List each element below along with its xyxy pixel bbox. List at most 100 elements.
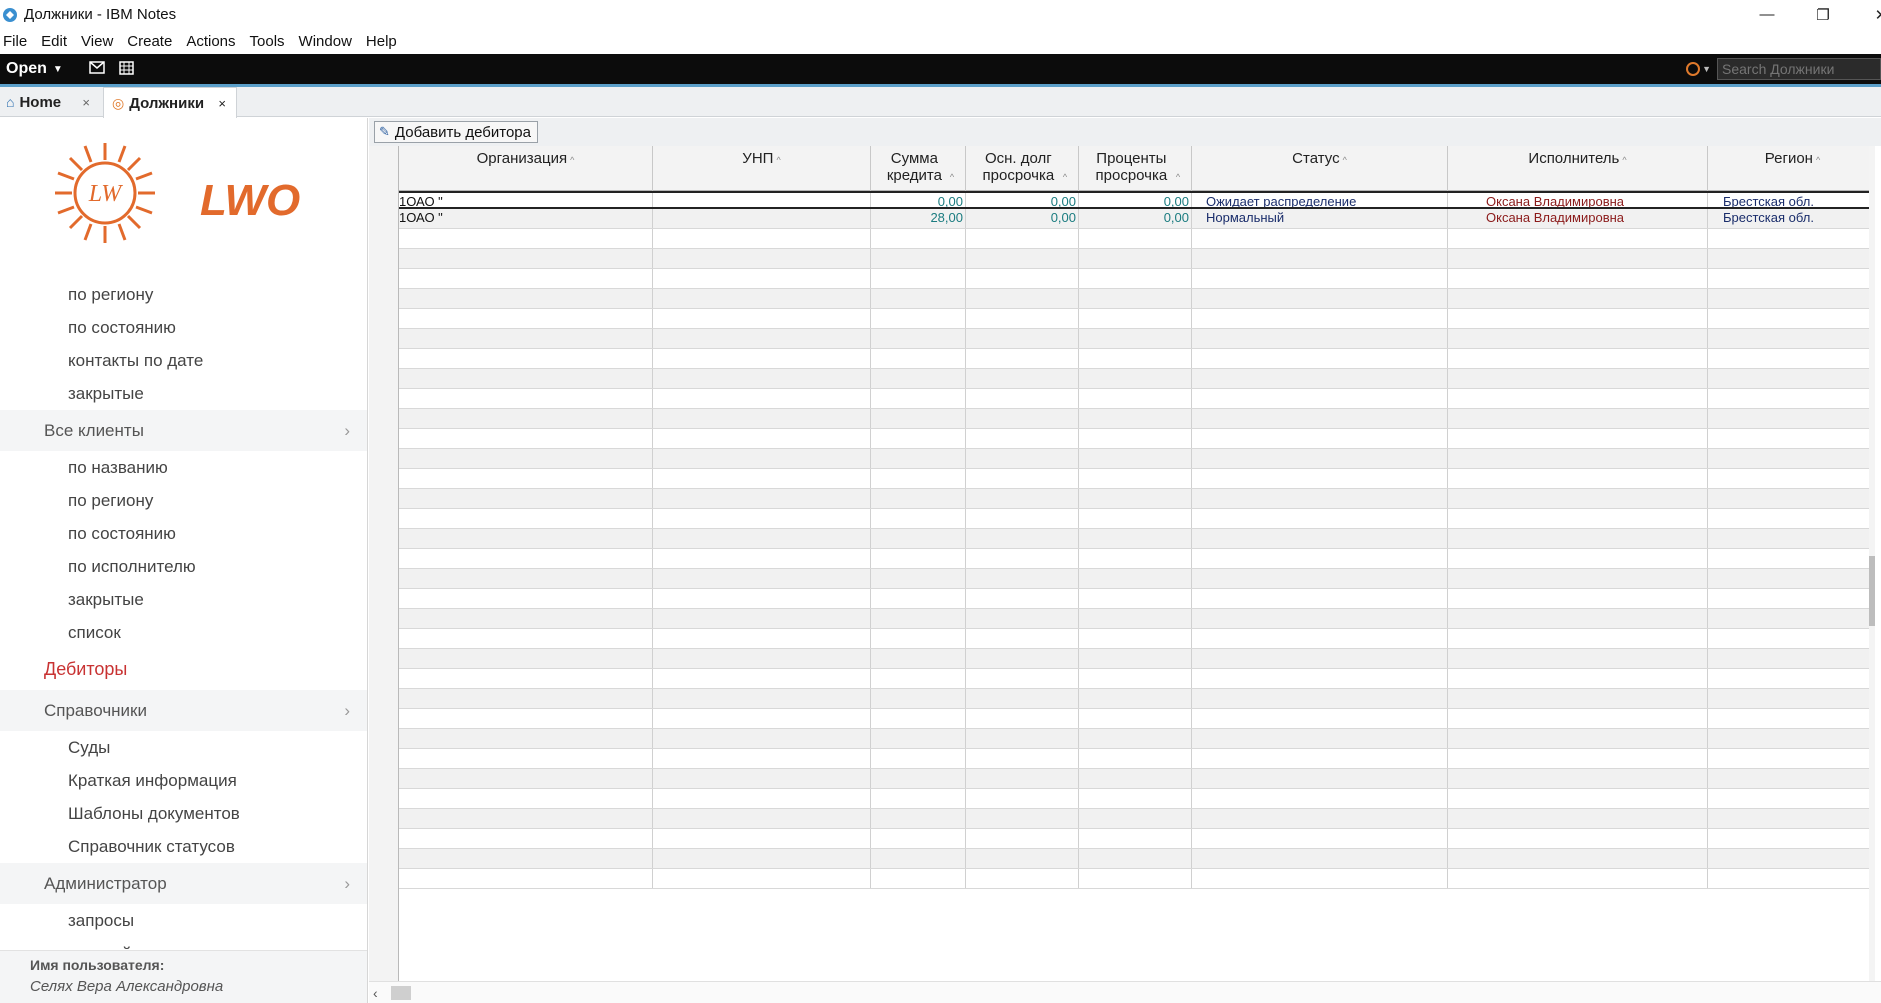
table-cell: [653, 669, 871, 688]
sort-arrow-icon[interactable]: ^: [570, 155, 574, 165]
sidebar-item-brief-info[interactable]: Краткая информация: [0, 764, 367, 797]
table-row[interactable]: [399, 249, 1875, 269]
table-row[interactable]: [399, 649, 1875, 669]
table-row[interactable]: [399, 689, 1875, 709]
table-row[interactable]: [399, 329, 1875, 349]
col-interest-overdue-header[interactable]: Проценты просрочка ^: [1079, 146, 1192, 191]
mail-icon[interactable]: [89, 60, 105, 78]
table-row[interactable]: [399, 549, 1875, 569]
sidebar-item-by-state[interactable]: по состоянию: [0, 311, 367, 344]
sidebar-item-status-reference[interactable]: Справочник статусов: [0, 830, 367, 863]
menu-create[interactable]: Create: [124, 33, 178, 50]
table-row[interactable]: 1ОАО " 28,00 0,00 0,00 Нормальный Оксана Влад…: [399, 209, 1875, 229]
table-row[interactable]: [399, 749, 1875, 769]
sidebar-group-all-clients[interactable]: Все клиенты ›: [0, 410, 367, 451]
sidebar-item-courts[interactable]: Суды: [0, 731, 367, 764]
table-row[interactable]: [399, 769, 1875, 789]
sort-arrow-icon[interactable]: ^: [776, 155, 780, 165]
table-row[interactable]: [399, 409, 1875, 429]
table-row[interactable]: [399, 429, 1875, 449]
sort-arrow-icon[interactable]: ^: [1622, 155, 1626, 165]
calendar-icon[interactable]: [119, 60, 134, 79]
table-row[interactable]: [399, 309, 1875, 329]
add-debtor-button[interactable]: ✎ Добавить дебитора: [374, 121, 538, 143]
sidebar-item-by-region[interactable]: по региону: [0, 278, 367, 311]
sort-arrow-icon[interactable]: ^: [950, 172, 954, 182]
tab-home[interactable]: ⌂ Home ×: [0, 87, 100, 117]
table-row[interactable]: [399, 849, 1875, 869]
table-row[interactable]: [399, 629, 1875, 649]
sidebar-group-admin[interactable]: Администратор ›: [0, 863, 367, 904]
table-row[interactable]: [399, 809, 1875, 829]
menu-file[interactable]: File: [0, 33, 33, 50]
sort-arrow-icon[interactable]: ^: [1343, 155, 1347, 165]
minimize-button[interactable]: —: [1744, 0, 1790, 29]
tab-label: Должники: [129, 94, 205, 112]
chevron-down-icon[interactable]: ▼: [1702, 64, 1711, 74]
sidebar-item-by-name[interactable]: по названию: [0, 451, 367, 484]
sidebar-item-by-executor[interactable]: по исполнителю: [0, 550, 367, 583]
table-row[interactable]: [399, 369, 1875, 389]
sort-arrow-icon[interactable]: ^: [1176, 172, 1180, 182]
col-credit-sum-header[interactable]: Сумма кредита ^: [871, 146, 966, 191]
table-row[interactable]: [399, 669, 1875, 689]
col-unp-header[interactable]: УНП ^: [653, 146, 871, 191]
sidebar-item-by-region[interactable]: по региону: [0, 484, 367, 517]
sidebar-item-debtors[interactable]: Дебиторы: [0, 649, 367, 690]
table-row[interactable]: [399, 389, 1875, 409]
horizontal-scrollbar[interactable]: ‹: [369, 981, 1881, 1003]
scroll-thumb[interactable]: [391, 986, 411, 1000]
menu-edit[interactable]: Edit: [38, 33, 73, 50]
search-input[interactable]: [1717, 58, 1881, 80]
table-row[interactable]: [399, 609, 1875, 629]
table-row[interactable]: [399, 829, 1875, 849]
table-row[interactable]: [399, 449, 1875, 469]
table-row[interactable]: [399, 789, 1875, 809]
table-row[interactable]: [399, 869, 1875, 889]
tab-debtors[interactable]: ◎ Должники ×: [103, 87, 237, 118]
chevron-left-icon[interactable]: ‹: [373, 985, 378, 1001]
sidebar-item-closed[interactable]: закрытые: [0, 377, 367, 410]
col-executor-header[interactable]: Исполнитель ^: [1448, 146, 1708, 191]
col-status-header[interactable]: Статус ^: [1192, 146, 1448, 191]
table-row[interactable]: [399, 709, 1875, 729]
table-row[interactable]: [399, 509, 1875, 529]
col-region-header[interactable]: Регион ^: [1708, 146, 1875, 191]
menu-view[interactable]: View: [78, 33, 119, 50]
close-icon[interactable]: ×: [218, 96, 226, 111]
table-row[interactable]: [399, 729, 1875, 749]
menu-window[interactable]: Window: [296, 33, 358, 50]
menu-tools[interactable]: Tools: [247, 33, 291, 50]
open-button[interactable]: Open ▼: [6, 60, 63, 78]
table-row[interactable]: [399, 569, 1875, 589]
table-row[interactable]: 1ОАО " 0,00 0,00 0,00 Ожидает распределение О…: [399, 191, 1875, 209]
sidebar-item-doc-templates[interactable]: Шаблоны документов: [0, 797, 367, 830]
table-row[interactable]: [399, 229, 1875, 249]
sidebar-item-contacts-by-date[interactable]: контакты по дате: [0, 344, 367, 377]
table-row[interactable]: [399, 489, 1875, 509]
sidebar-group-references[interactable]: Справочники ›: [0, 690, 367, 731]
search-scope-icon[interactable]: [1686, 62, 1701, 76]
table-row[interactable]: [399, 529, 1875, 549]
table-cell: [399, 869, 653, 888]
sort-arrow-icon[interactable]: ^: [1816, 155, 1820, 165]
col-principal-overdue-header[interactable]: Осн. долг просрочка ^: [966, 146, 1079, 191]
sidebar-item-by-state[interactable]: по состоянию: [0, 517, 367, 550]
sidebar-item-closed[interactable]: закрытые: [0, 583, 367, 616]
sort-arrow-icon[interactable]: ^: [1063, 172, 1067, 182]
table-row[interactable]: [399, 269, 1875, 289]
table-row[interactable]: [399, 289, 1875, 309]
vertical-scrollbar[interactable]: [1869, 146, 1875, 981]
restore-button[interactable]: ❐: [1800, 0, 1846, 29]
menu-help[interactable]: Help: [363, 33, 403, 50]
close-window-button[interactable]: ✕: [1858, 0, 1881, 29]
close-icon[interactable]: ×: [82, 95, 90, 110]
scroll-thumb[interactable]: [1869, 556, 1875, 626]
sidebar-item-queries[interactable]: запросы: [0, 904, 367, 937]
table-row[interactable]: [399, 349, 1875, 369]
table-row[interactable]: [399, 469, 1875, 489]
menu-actions[interactable]: Actions: [183, 33, 241, 50]
table-row[interactable]: [399, 589, 1875, 609]
col-organization-header[interactable]: Организация ^: [399, 146, 653, 191]
sidebar-item-list[interactable]: список: [0, 616, 367, 649]
